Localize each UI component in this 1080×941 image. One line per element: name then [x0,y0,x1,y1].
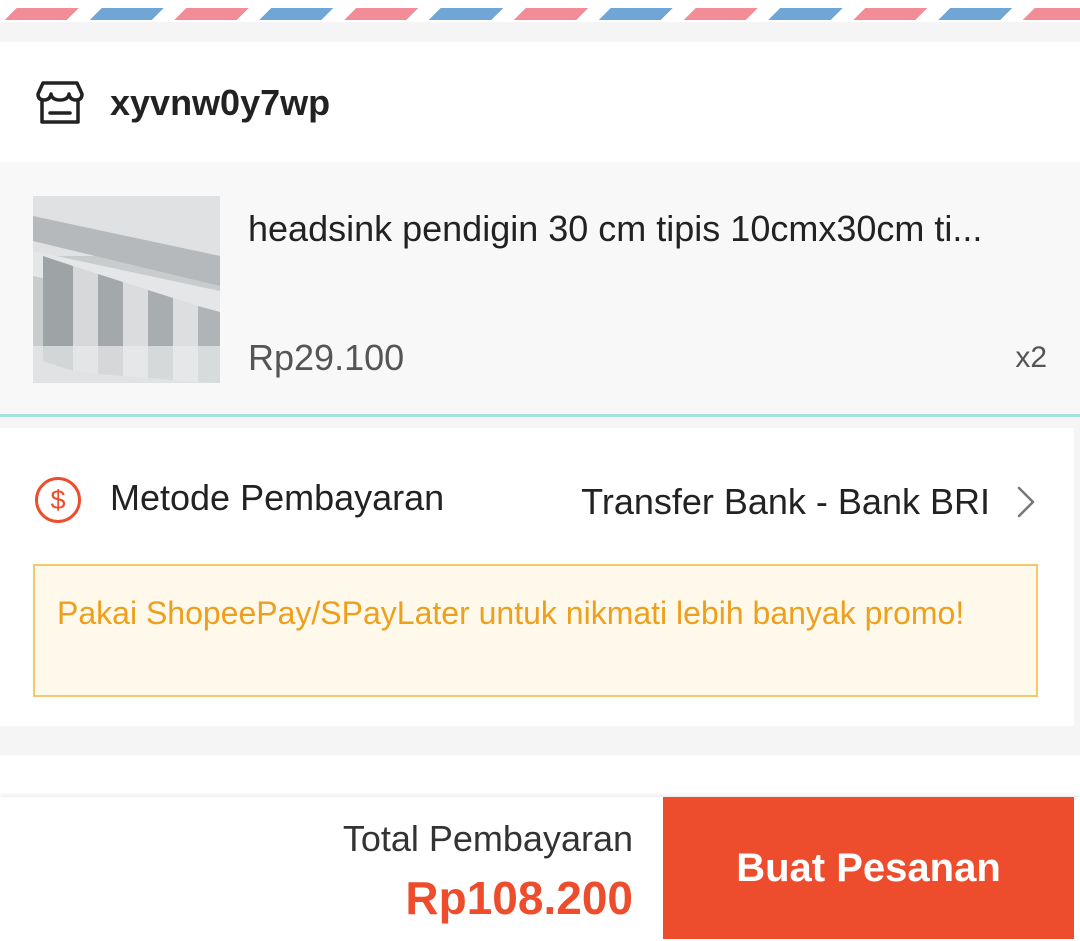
product-price: Rp29.100 [248,337,405,378]
shop-name[interactable]: xyvnw0y7wp [110,80,330,126]
product-title[interactable]: headsink pendigin 30 cm tipis 10cmx30cm … [248,207,1048,251]
product-item[interactable]: headsink pendigin 30 cm tipis 10cmx30cm … [0,162,1080,414]
total-payment-value: Rp108.200 [405,872,633,924]
payment-method-label: Metode Pembayaran [110,477,445,518]
promo-text: Pakai ShopeePay/SPayLater untuk nikmati … [57,595,965,631]
checkout-bottom-bar: Total Pembayaran Rp108.200 Buat Pesanan [0,797,1080,941]
envelope-stripe [0,8,1080,20]
checkout-page: xyvnw0y7wp headsink pendigin 30 cm tipis… [0,0,1080,941]
dollar-circle-icon: $ [35,477,81,523]
section-divider [0,414,1080,417]
svg-text:$: $ [50,485,65,515]
payment-method-section[interactable]: $ Metode Pembayaran Transfer Bank - Bank… [0,428,1074,726]
product-image [33,196,220,383]
chevron-right-icon[interactable] [1016,484,1036,520]
heatsink-image [33,196,220,383]
store-icon [36,81,84,124]
promo-banner[interactable]: Pakai ShopeePay/SPayLater untuk nikmati … [33,564,1038,697]
product-quantity: x2 [1015,341,1047,374]
place-order-button[interactable]: Buat Pesanan [663,797,1074,939]
shop-header: xyvnw0y7wp [0,42,1080,162]
payment-method-value[interactable]: Transfer Bank - Bank BRI [581,480,990,524]
address-stripe-divider [0,0,1080,22]
total-payment-label: Total Pembayaran [342,818,633,859]
